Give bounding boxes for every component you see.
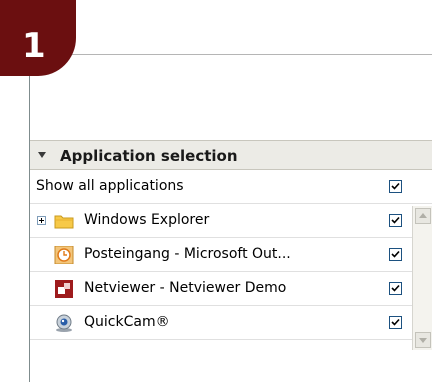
section-divider-line <box>68 54 432 55</box>
app-label: Windows Explorer <box>84 212 210 228</box>
show-all-checkbox[interactable] <box>389 180 402 193</box>
webcam-icon <box>56 314 72 332</box>
collapse-arrow-icon[interactable] <box>38 152 46 158</box>
expand-plus-icon[interactable] <box>37 216 46 225</box>
app-label: Netviewer - Netviewer Demo <box>84 280 287 296</box>
app-checkbox[interactable] <box>389 316 402 329</box>
app-row-windows-explorer[interactable]: Windows Explorer <box>30 204 432 238</box>
vertical-scrollbar[interactable] <box>412 206 432 350</box>
scroll-down-arrow-icon[interactable] <box>415 332 431 348</box>
application-selection-panel: Application selection Show all applicati… <box>30 140 432 350</box>
app-checkbox[interactable] <box>389 214 402 227</box>
show-all-label: Show all applications <box>36 178 184 194</box>
step-badge: 1 <box>0 0 76 76</box>
app-label: Posteingang - Microsoft Out... <box>84 246 291 262</box>
outlook-clock-icon <box>54 246 74 264</box>
app-row-quickcam[interactable]: QuickCam® <box>30 306 432 340</box>
panel-header[interactable]: Application selection <box>30 140 432 170</box>
panel-title: Application selection <box>60 147 238 165</box>
app-row-outlook[interactable]: Posteingang - Microsoft Out... <box>30 238 432 272</box>
app-checkbox[interactable] <box>389 248 402 261</box>
netviewer-icon <box>55 280 73 298</box>
app-label: QuickCam® <box>84 314 170 330</box>
folder-icon <box>54 215 74 229</box>
app-checkbox[interactable] <box>389 282 402 295</box>
step-number: 1 <box>22 26 46 66</box>
scroll-up-arrow-icon[interactable] <box>415 208 431 224</box>
app-row-netviewer[interactable]: Netviewer - Netviewer Demo <box>30 272 432 306</box>
show-all-row[interactable]: Show all applications <box>30 170 432 204</box>
